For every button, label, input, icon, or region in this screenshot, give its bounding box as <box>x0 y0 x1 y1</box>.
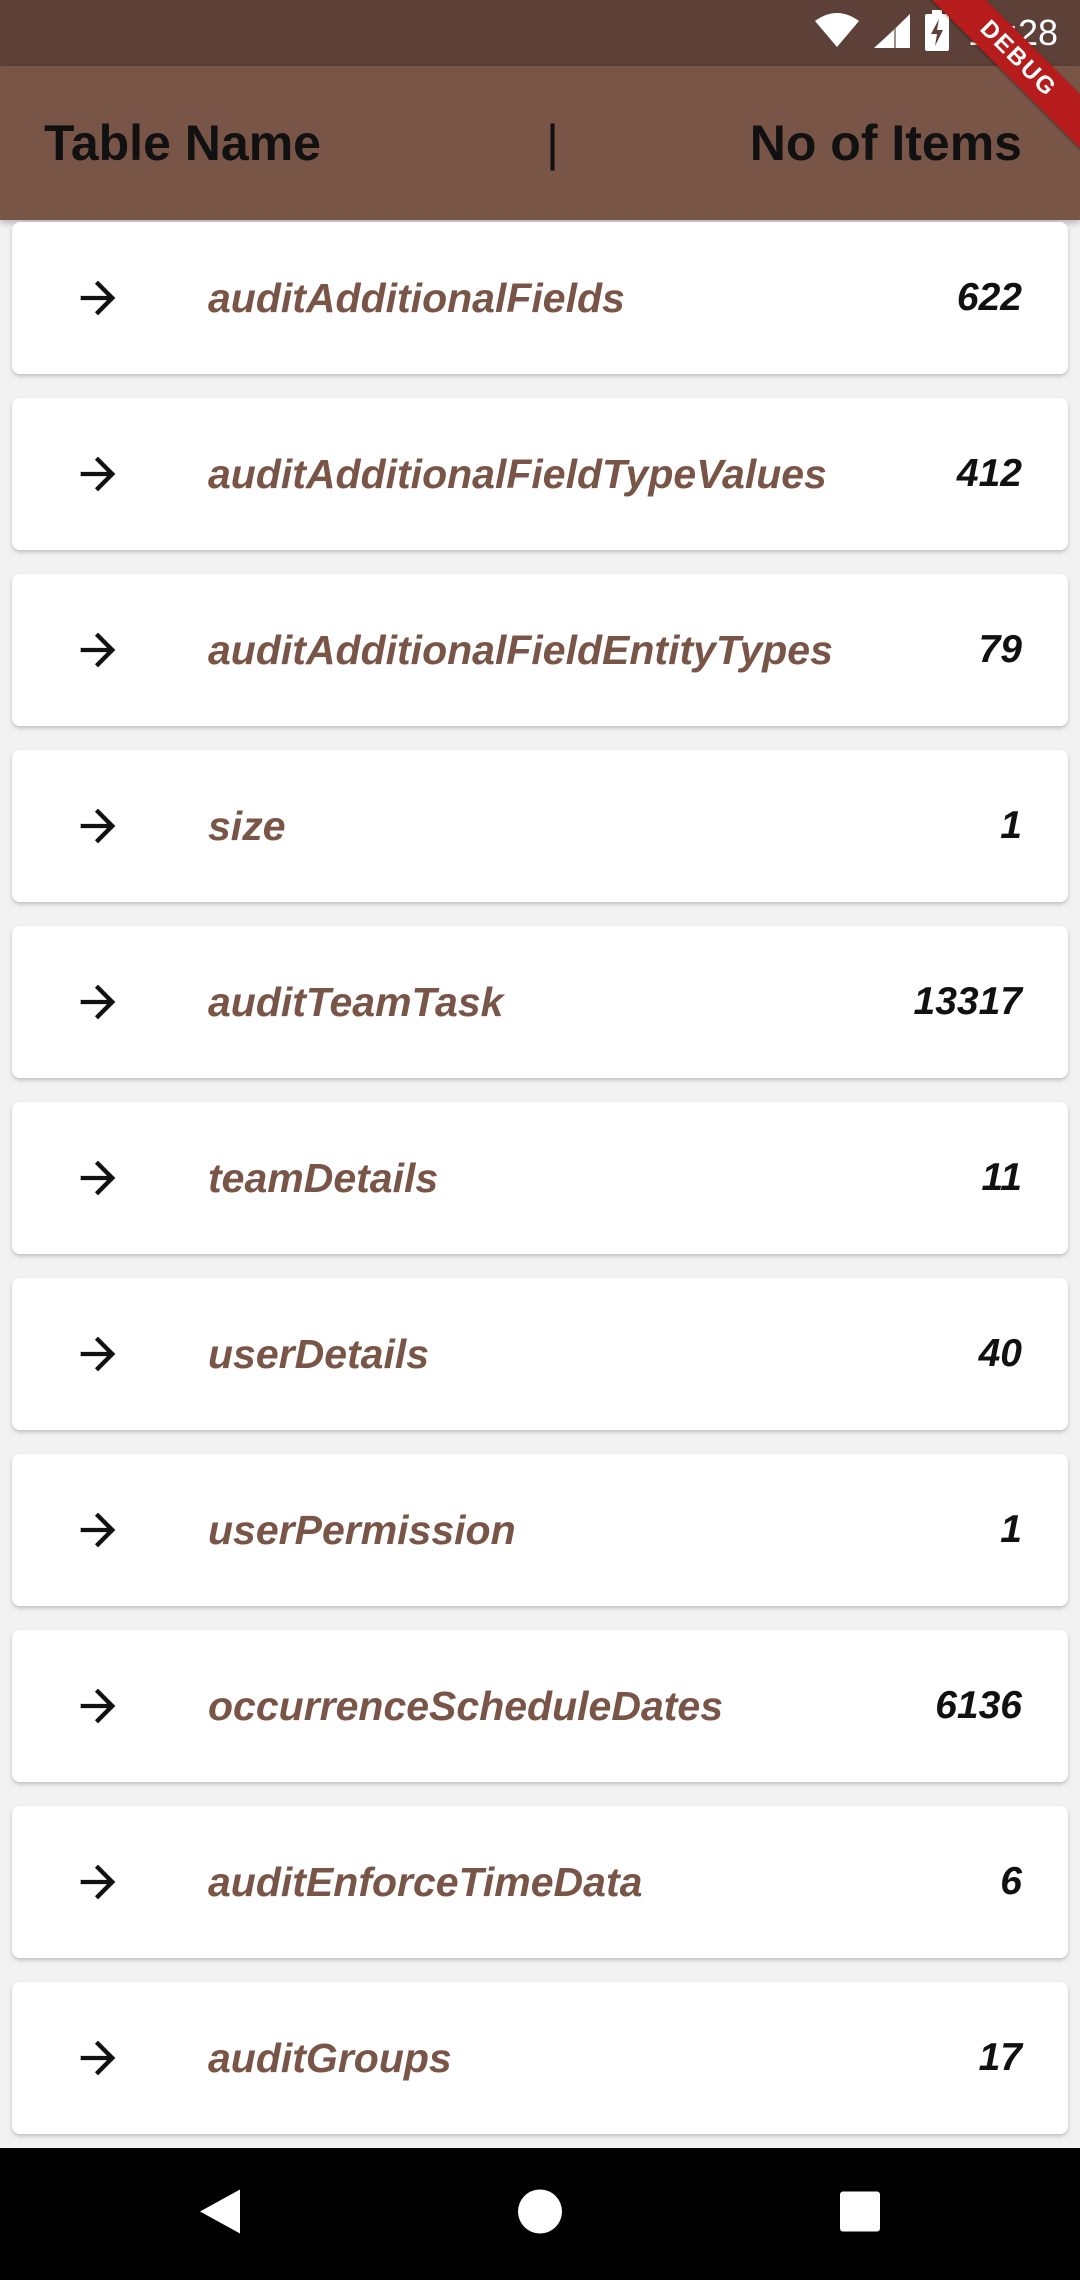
table-name: auditEnforceTimeData <box>208 1858 643 1905</box>
wifi-icon <box>814 12 860 54</box>
table-name: auditTeamTask <box>208 978 504 1025</box>
item-count: 11 <box>981 1156 1023 1199</box>
list-item[interactable]: size 1 <box>12 750 1068 902</box>
list-item[interactable]: userPermission 1 <box>12 1454 1068 1606</box>
table-name: occurrenceScheduleDates <box>208 1682 724 1729</box>
arrow-forward-icon <box>80 1336 116 1372</box>
item-count: 622 <box>956 276 1022 319</box>
arrow-forward-icon <box>80 280 116 316</box>
item-count: 6 <box>1000 1860 1022 1903</box>
list-item[interactable]: auditTeamTask 13317 <box>12 926 1068 1078</box>
table-name: teamDetails <box>208 1154 439 1201</box>
back-icon[interactable] <box>198 2188 242 2241</box>
item-count: 1 <box>1000 1508 1022 1551</box>
item-count: 79 <box>978 628 1022 671</box>
table-name: auditAdditionalFieldTypeValues <box>208 450 827 497</box>
arrow-forward-icon <box>80 808 116 844</box>
list-item[interactable]: auditAdditionalFieldTypeValues 412 <box>12 398 1068 550</box>
list-item[interactable]: userDetails 40 <box>12 1278 1068 1430</box>
home-icon[interactable] <box>516 2188 564 2241</box>
item-count: 1 <box>1000 804 1022 847</box>
list-item[interactable]: auditEnforceTimeData 6 <box>12 1806 1068 1958</box>
arrow-forward-icon <box>80 1160 116 1196</box>
list-item[interactable]: auditAdditionalFieldEntityTypes 79 <box>12 574 1068 726</box>
recents-icon[interactable] <box>839 2191 881 2238</box>
item-count: 6136 <box>935 1684 1022 1727</box>
list-item[interactable]: occurrenceScheduleDates 6136 <box>12 1630 1068 1782</box>
status-bar: 12:28 <box>0 0 1080 66</box>
signal-icon <box>872 12 912 55</box>
item-count: 40 <box>978 1332 1022 1375</box>
item-count: 412 <box>956 452 1022 495</box>
list-item[interactable]: teamDetails 11 <box>12 1102 1068 1254</box>
table-name: auditAdditionalFields <box>208 274 625 321</box>
table-name: auditAdditionalFieldEntityTypes <box>208 626 833 673</box>
header-separator: | <box>546 115 559 171</box>
navigation-bar <box>0 2148 1080 2280</box>
battery-charging-icon <box>924 9 950 57</box>
table-name: userPermission <box>208 1506 516 1553</box>
table-name: size <box>208 802 286 849</box>
list-item[interactable]: auditAdditionalFields 622 <box>12 222 1068 374</box>
header-item-count: No of Items <box>749 115 1022 171</box>
arrow-forward-icon <box>80 1864 116 1900</box>
arrow-forward-icon <box>80 1512 116 1548</box>
arrow-forward-icon <box>80 456 116 492</box>
app-bar: Table Name | No of Items <box>0 66 1080 220</box>
header-table-name: Table Name <box>44 115 321 171</box>
list-item[interactable]: auditGroups 17 <box>12 1982 1068 2134</box>
table-list: auditAdditionalFields 622 auditAdditiona… <box>0 220 1080 2148</box>
arrow-forward-icon <box>80 632 116 668</box>
app-screen: 12:28 DEBUG Table Name | No of Items aud… <box>0 0 1080 2280</box>
arrow-forward-icon <box>80 1688 116 1724</box>
table-name: userDetails <box>208 1330 430 1377</box>
table-name: auditGroups <box>208 2034 452 2081</box>
arrow-forward-icon <box>80 984 116 1020</box>
arrow-forward-icon <box>80 2040 116 2076</box>
item-count: 17 <box>978 2036 1022 2079</box>
item-count: 13317 <box>913 980 1022 1023</box>
